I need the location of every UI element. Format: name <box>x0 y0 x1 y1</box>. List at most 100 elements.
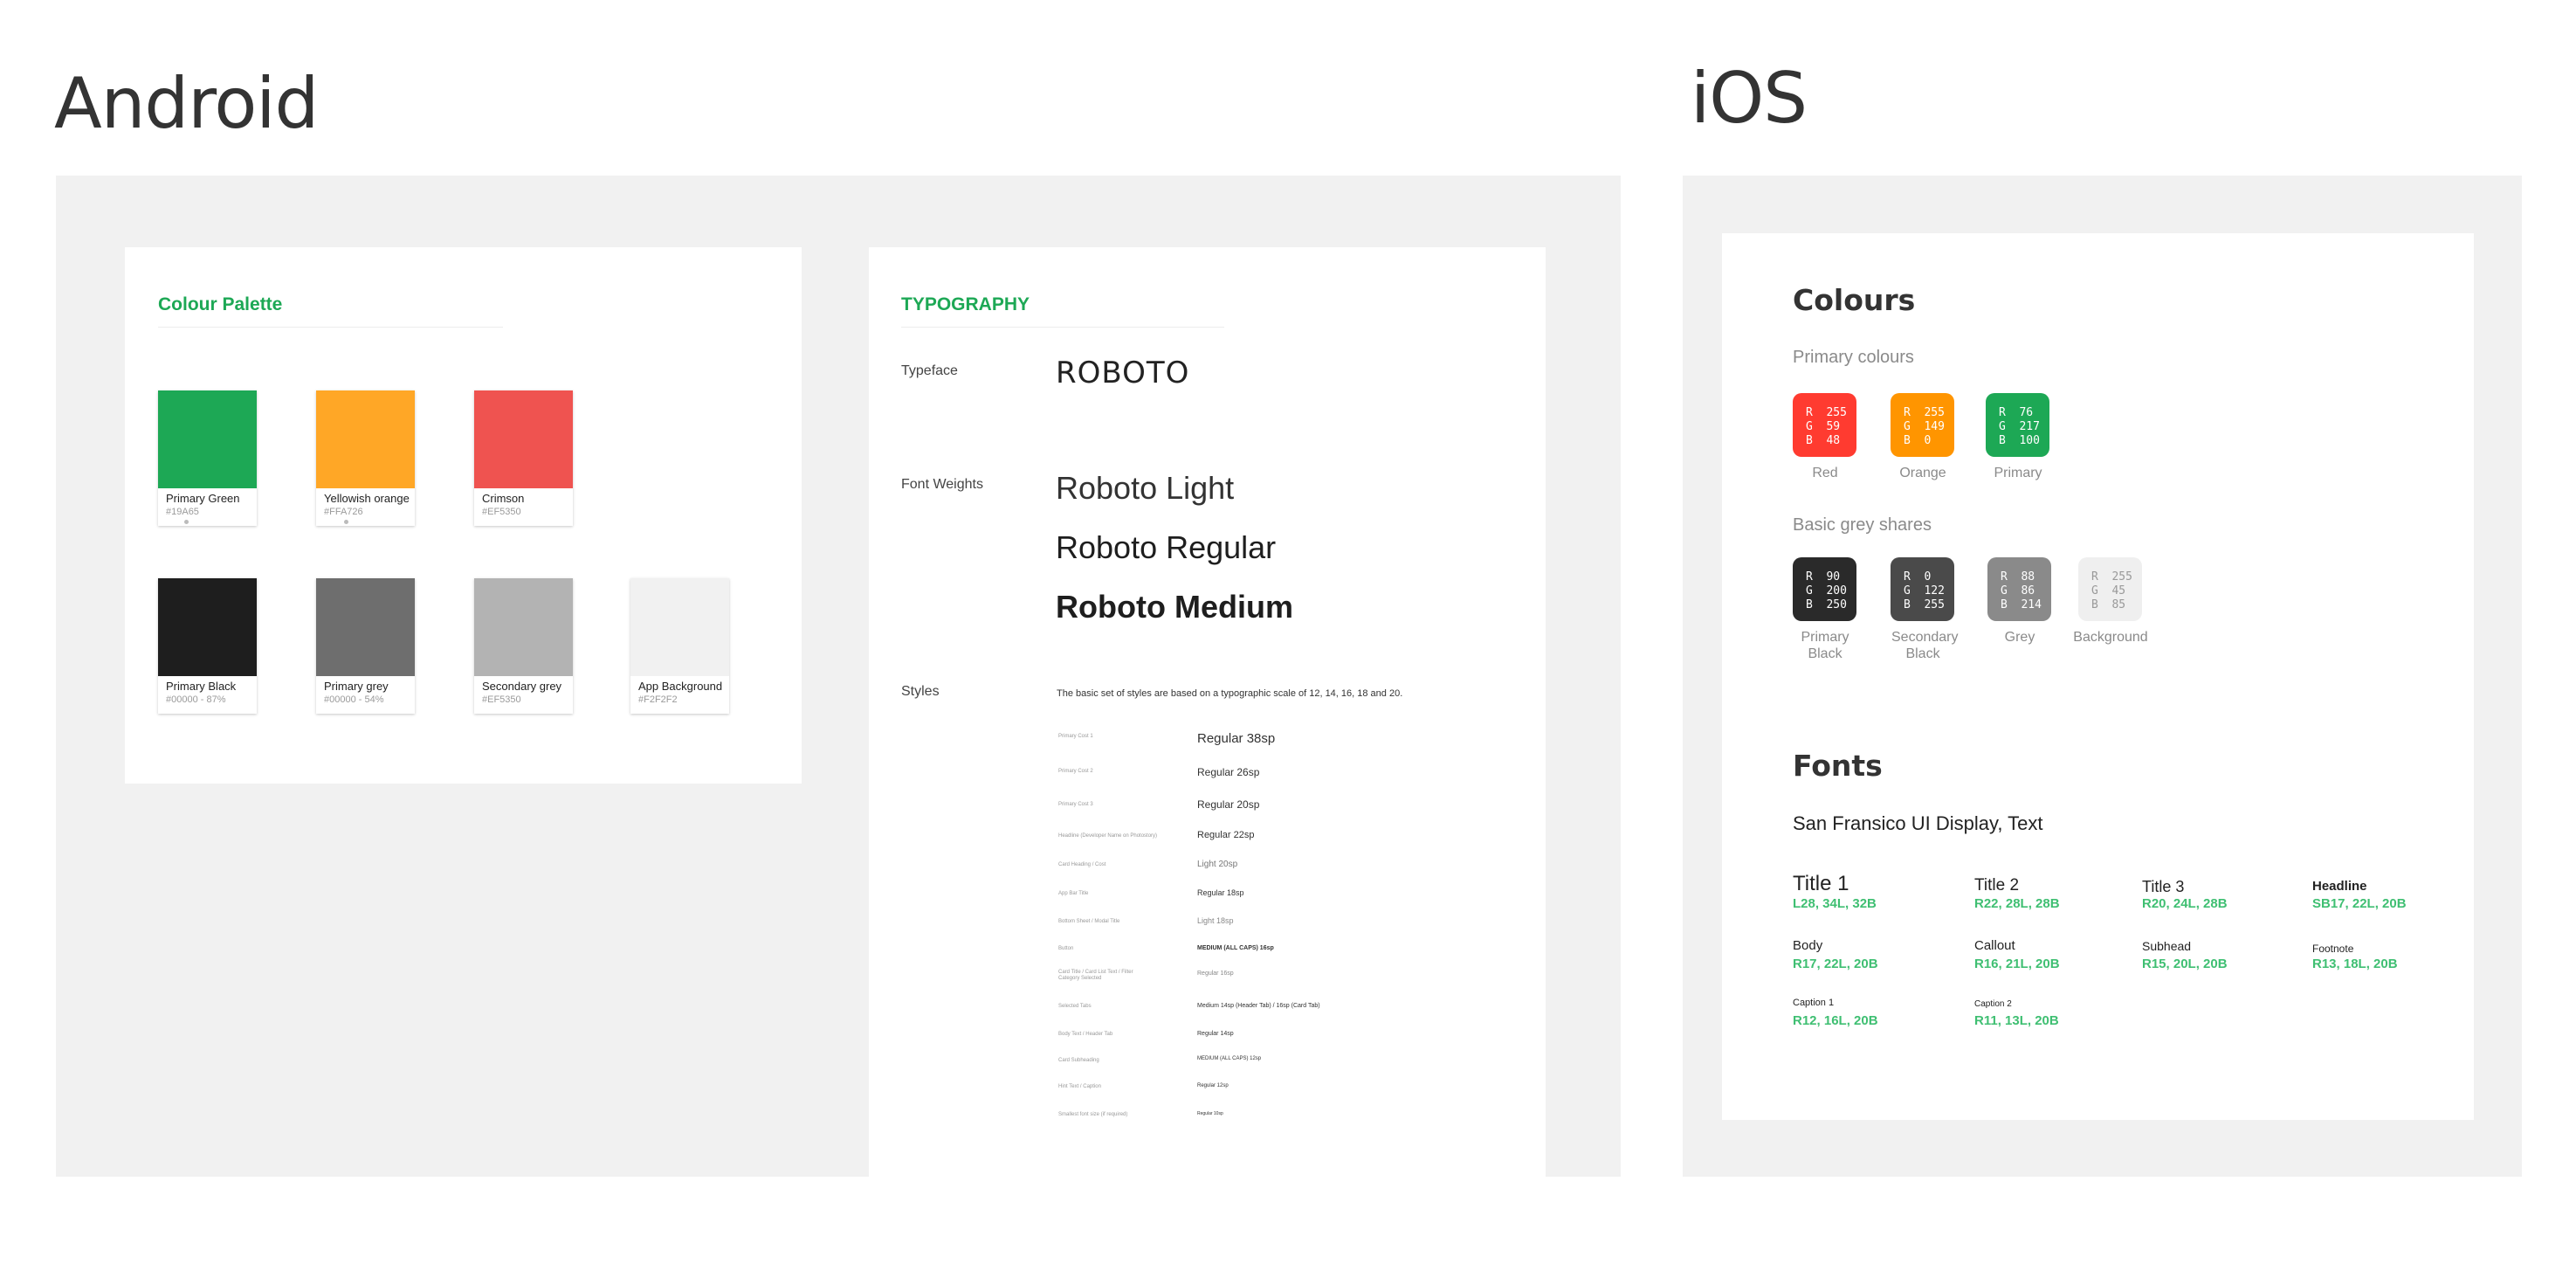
swatch-name: Yellowish orange <box>324 492 410 505</box>
font-style-spec: R13, 18L, 20B <box>2312 957 2398 971</box>
rgb-values: G 45 <box>2091 584 2126 598</box>
font-style-spec: R17, 22L, 20B <box>1793 957 1878 971</box>
style-name: Body Text / Header Tab <box>1058 1032 1113 1037</box>
style-name: Selected Tabs <box>1058 1004 1092 1009</box>
ios-section-title: iOS <box>1691 58 1808 139</box>
rgb-values: R 0 <box>1904 570 1932 584</box>
typography-title: TYPOGRAPHY <box>901 294 1030 314</box>
android-section-title: Android <box>54 63 319 144</box>
font-style-spec: R16, 21L, 20B <box>1974 957 2060 971</box>
swatch-hex: #F2F2F2 <box>638 694 678 705</box>
rgb-values: R 255 <box>1904 406 1945 419</box>
font-style-spec: R22, 28L, 28B <box>1974 896 2060 911</box>
rgb-values: R 90 <box>1806 570 1841 584</box>
swatch-yellowish-orange: Yellowish orange #FFA726 <box>316 390 415 526</box>
ios-swatch-grey: R 88 G 86 B 214 <box>1987 557 2051 621</box>
ios-swatch-label: Secondary Black <box>1891 630 1959 661</box>
font-style-name: Title 2 <box>1974 876 2020 895</box>
styles-label: Styles <box>901 684 940 699</box>
typeface-label: Typeface <box>901 363 958 378</box>
font-weights-label: Font Weights <box>901 477 983 492</box>
style-name: Primary Cost 2 <box>1058 769 1093 774</box>
style-spec: MEDIUM (ALL CAPS) 16sp <box>1197 945 1274 951</box>
rgb-values: B 100 <box>1999 434 2040 447</box>
font-style-name: Title 3 <box>2142 878 2185 895</box>
rgb-values: R 88 <box>2001 570 2035 584</box>
ios-swatch-primary: R 76 G 217 B 100 <box>1986 393 2049 457</box>
style-name: Card Subheading <box>1058 1058 1099 1063</box>
swatch-indicator-dot <box>344 520 348 524</box>
font-family-name: San Fransico UI Display, Text <box>1793 812 2043 834</box>
rgb-values: B 48 <box>1806 434 1841 447</box>
swatch-name: Primary Black <box>166 680 237 693</box>
swatch-color <box>316 390 415 488</box>
font-weight-regular: Roboto Regular <box>1056 529 1277 565</box>
colours-title: Colours <box>1793 283 1916 317</box>
swatch-app-background: App Background #F2F2F2 <box>630 578 729 714</box>
rgb-values: G 200 <box>1806 584 1847 598</box>
font-style-name: Headline <box>2312 879 2367 894</box>
font-style-name: Caption 2 <box>1974 999 2012 1009</box>
swatch-color <box>474 390 573 488</box>
typography-title-divider <box>901 327 1224 328</box>
ios-swatch-label: Red <box>1812 466 1838 480</box>
style-name: Hint Text / Caption <box>1058 1084 1101 1089</box>
style-name: Smallest font size (if required) <box>1058 1112 1128 1117</box>
ios-swatch-label: Primary <box>1994 466 2042 480</box>
style-spec: Regular 16sp <box>1197 971 1234 977</box>
font-style-spec: R11, 13L, 20B <box>1974 1013 2059 1028</box>
style-name: Card Heading / Cost <box>1058 862 1106 867</box>
swatch-hex: #00000 - 87% <box>166 694 226 705</box>
style-name: Button <box>1058 946 1074 951</box>
ios-swatch-label: Background <box>2073 630 2148 645</box>
ios-swatch-red: R 255 G 59 B 48 <box>1793 393 1856 457</box>
colour-palette-title: Colour Palette <box>158 294 283 314</box>
font-style-spec: R15, 20L, 20B <box>2142 957 2228 971</box>
swatch-crimson: Crimson #EF5350 <box>474 390 573 526</box>
font-style-spec: R12, 16L, 20B <box>1793 1013 1878 1028</box>
swatch-primary-green: Primary Green #19A65 <box>158 390 257 526</box>
ios-swatch-background: R 255 G 45 B 85 <box>2078 557 2142 621</box>
style-spec: Light 20sp <box>1197 860 1238 869</box>
style-spec: Regular 38sp <box>1197 731 1276 746</box>
style-spec: Regular 22sp <box>1197 830 1255 840</box>
rgb-values: B 255 <box>1904 598 1945 611</box>
style-name: Bottom Sheet / Modal Title <box>1058 919 1120 924</box>
font-style-name: Callout <box>1974 938 2015 953</box>
rgb-values: B 214 <box>2001 598 2042 611</box>
swatch-hex: #EF5350 <box>482 694 521 705</box>
ios-swatch-label: Grey <box>2004 630 2035 645</box>
style-name: App Bar Title <box>1058 891 1089 896</box>
rgb-values: B 250 <box>1806 598 1847 611</box>
swatch-name: Crimson <box>482 492 525 505</box>
style-spec: MEDIUM (ALL CAPS) 12sp <box>1197 1056 1262 1061</box>
swatch-color <box>474 578 573 676</box>
style-name: Card Title / Card List Text / Filter Cat… <box>1058 970 1133 981</box>
rgb-values: G 217 <box>1999 420 2040 433</box>
swatch-hex: #FFA726 <box>324 507 363 517</box>
font-style-name: Title 1 <box>1793 872 1849 895</box>
ios-swatch-label: Primary Black <box>1801 630 1849 661</box>
swatch-color <box>158 390 257 488</box>
style-name: Primary Cost 3 <box>1058 802 1093 807</box>
styles-intro: The basic set of styles are based on a t… <box>1057 688 1403 699</box>
font-style-name: Subhead <box>2142 939 2192 953</box>
primary-colours-label: Primary colours <box>1793 348 1914 367</box>
grey-shades-label: Basic grey shares <box>1793 515 1932 535</box>
rgb-values: G 122 <box>1904 584 1945 598</box>
font-weight-light: Roboto Light <box>1056 470 1235 506</box>
typeface-value: ROBOTO <box>1056 356 1190 390</box>
swatch-hex: #EF5350 <box>482 507 521 517</box>
style-spec: Regular 12sp <box>1197 1083 1229 1088</box>
style-spec: Regular 26sp <box>1197 766 1260 778</box>
swatch-hex: #19A65 <box>166 507 199 517</box>
style-name: Primary Cost 1 <box>1058 734 1093 739</box>
style-spec: Regular 18sp <box>1197 888 1244 897</box>
rgb-values: G 86 <box>2001 584 2035 598</box>
swatch-secondary-grey: Secondary grey #EF5350 <box>474 578 573 714</box>
typography-card <box>869 247 1546 1177</box>
swatch-color <box>158 578 257 676</box>
ios-swatch-secondary-black: R 0 G 122 B 255 <box>1891 557 1954 621</box>
rgb-values: G 59 <box>1806 420 1841 433</box>
font-style-name: Body <box>1793 938 1823 953</box>
